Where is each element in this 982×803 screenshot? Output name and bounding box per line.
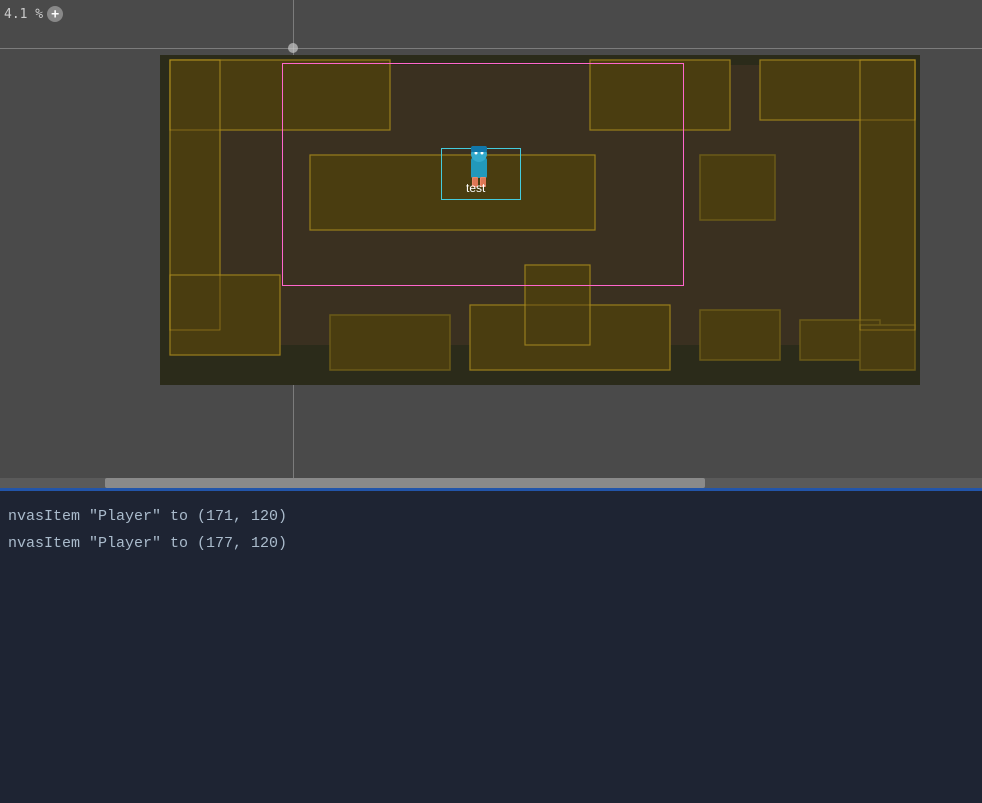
console-line-1: nvasItem "Player" to (171, 120) <box>8 503 974 530</box>
game-viewport[interactable]: 4.1 % + <box>0 0 982 488</box>
scrollbar-thumb[interactable] <box>105 478 705 488</box>
crosshair-horizontal <box>0 48 982 49</box>
scrollbar-track <box>0 478 982 488</box>
console-line-2: nvasItem "Player" to (177, 120) <box>8 530 974 557</box>
zoom-plus-button[interactable]: + <box>47 6 63 22</box>
zoom-indicator: 4.1 % + <box>4 6 63 22</box>
dungeon-tilemap <box>160 55 920 385</box>
console-output: nvasItem "Player" to (171, 120) nvasItem… <box>0 491 982 803</box>
crosshair-center-dot <box>288 43 298 53</box>
zoom-label: 4.1 % <box>4 7 43 22</box>
player-label: test <box>466 181 485 195</box>
